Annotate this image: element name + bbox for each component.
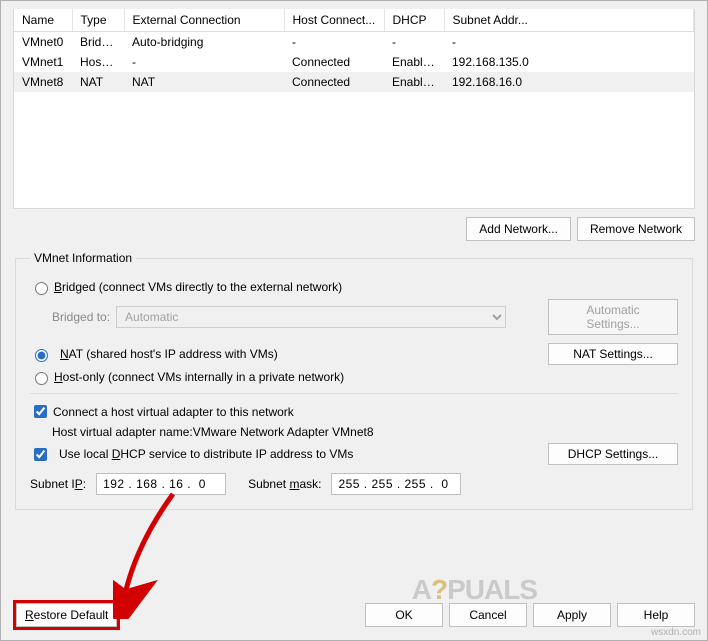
cell-ext: - xyxy=(124,52,284,72)
help-button[interactable]: Help xyxy=(617,603,695,627)
bridged-to-label: Bridged to: xyxy=(52,310,110,324)
hostonly-radio[interactable] xyxy=(35,372,48,385)
subnet-mask-label: Subnet mask: xyxy=(248,477,321,491)
subnet-ip-label: Subnet IP: xyxy=(30,477,86,491)
vmnet-info-group: VMnet Information Bridged (connect VMs d… xyxy=(15,251,693,510)
add-network-button[interactable]: Add Network... xyxy=(466,217,571,241)
table-header-row[interactable]: Name Type External Connection Host Conne… xyxy=(14,9,694,32)
remove-network-button[interactable]: Remove Network xyxy=(577,217,695,241)
col-header-dhcp[interactable]: DHCP xyxy=(384,9,444,32)
cell-name: VMnet1 xyxy=(14,52,72,72)
dhcp-settings-button[interactable]: DHCP Settings... xyxy=(548,443,678,465)
col-header-subnet[interactable]: Subnet Addr... xyxy=(444,9,694,32)
nat-settings-button[interactable]: NAT Settings... xyxy=(548,343,678,365)
automatic-settings-button[interactable]: Automatic Settings... xyxy=(548,299,678,335)
cell-type: Host-... xyxy=(72,52,124,72)
cell-type: Bridged xyxy=(72,32,124,53)
vmnet-editor-window: Name Type External Connection Host Conne… xyxy=(0,0,708,641)
bridged-radio[interactable] xyxy=(35,282,48,295)
table-row[interactable]: VMnet0 Bridged Auto-bridging - - - xyxy=(14,32,694,53)
dialog-button-bar: Restore Default OK Cancel Apply Help xyxy=(13,600,695,630)
cell-ext: NAT xyxy=(124,72,284,92)
cell-name: VMnet8 xyxy=(14,72,72,92)
col-header-type[interactable]: Type xyxy=(72,9,124,32)
nat-label: NAT (shared host's IP address with VMs) xyxy=(60,347,278,361)
use-dhcp-checkbox[interactable] xyxy=(34,448,47,461)
restore-default-button[interactable]: Restore Default xyxy=(16,603,117,627)
subnet-ip-field[interactable] xyxy=(96,473,226,495)
bridged-label: Bridged (connect VMs directly to the ext… xyxy=(54,280,342,294)
connect-host-adapter-checkbox[interactable] xyxy=(34,405,47,418)
col-header-name[interactable]: Name xyxy=(14,9,72,32)
network-table[interactable]: Name Type External Connection Host Conne… xyxy=(14,9,694,92)
cancel-button[interactable]: Cancel xyxy=(449,603,527,627)
hostonly-label: Host-only (connect VMs internally in a p… xyxy=(54,370,344,384)
cell-subnet: 192.168.135.0 xyxy=(444,52,694,72)
col-header-external[interactable]: External Connection xyxy=(124,9,284,32)
table-row[interactable]: VMnet1 Host-... - Connected Enabled 192.… xyxy=(14,52,694,72)
cell-host: Connected xyxy=(284,52,384,72)
cell-dhcp: Enabled xyxy=(384,72,444,92)
cell-type: NAT xyxy=(72,72,124,92)
network-table-container: Name Type External Connection Host Conne… xyxy=(13,9,695,209)
subnet-mask-field[interactable] xyxy=(331,473,461,495)
table-row[interactable]: VMnet8 NAT NAT Connected Enabled 192.168… xyxy=(14,72,694,92)
col-header-host-connect[interactable]: Host Connect... xyxy=(284,9,384,32)
cell-subnet: - xyxy=(444,32,694,53)
cell-host: - xyxy=(284,32,384,53)
bridged-to-select[interactable]: Automatic xyxy=(116,306,506,328)
ok-button[interactable]: OK xyxy=(365,603,443,627)
cell-host: Connected xyxy=(284,72,384,92)
use-dhcp-label: Use local DHCP service to distribute IP … xyxy=(59,447,353,461)
connect-host-adapter-label: Connect a host virtual adapter to this n… xyxy=(53,405,294,419)
nat-radio[interactable] xyxy=(35,349,48,362)
host-adapter-name-value: VMware Network Adapter VMnet8 xyxy=(193,425,374,439)
cell-dhcp: Enabled xyxy=(384,52,444,72)
cell-dhcp: - xyxy=(384,32,444,53)
restore-default-highlight: Restore Default xyxy=(13,600,120,630)
cell-ext: Auto-bridging xyxy=(124,32,284,53)
host-adapter-name-label: Host virtual adapter name: xyxy=(52,425,193,439)
apply-button[interactable]: Apply xyxy=(533,603,611,627)
cell-subnet: 192.168.16.0 xyxy=(444,72,694,92)
cell-name: VMnet0 xyxy=(14,32,72,53)
vmnet-info-legend: VMnet Information xyxy=(30,251,136,265)
